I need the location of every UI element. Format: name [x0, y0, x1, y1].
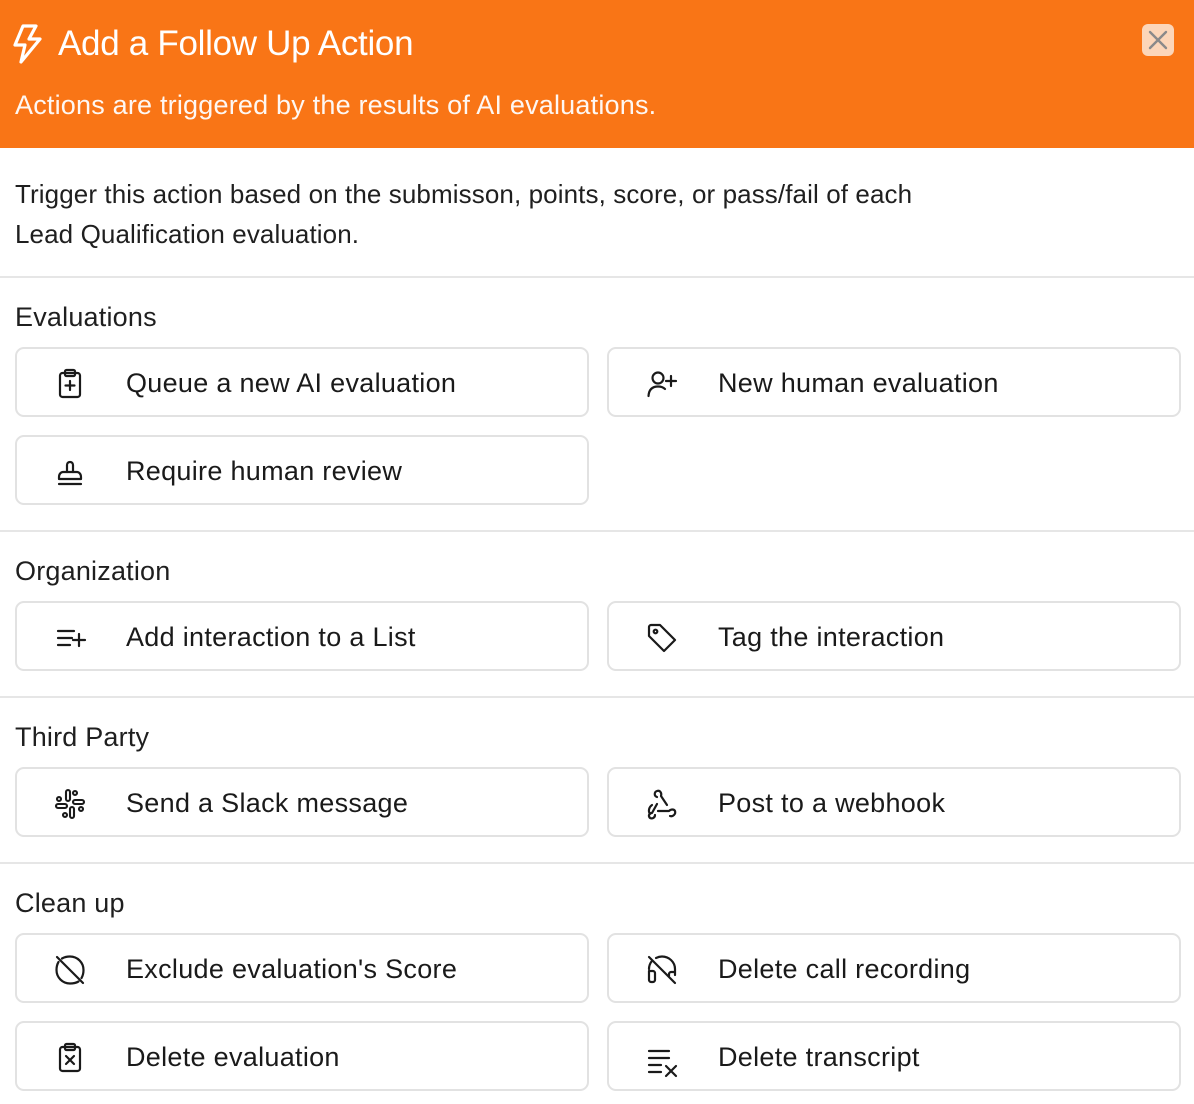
add-to-list-button[interactable]: Add interaction to a List: [15, 601, 589, 671]
action-label: Send a Slack message: [126, 788, 409, 818]
clipboard-x-icon: [58, 1042, 82, 1073]
action-label: New human evaluation: [718, 368, 999, 398]
slack-icon: [54, 788, 86, 820]
delete-call-recording-button[interactable]: Delete call recording: [607, 933, 1181, 1003]
exclude-score-button[interactable]: Exclude evaluation's Score: [15, 933, 589, 1003]
stamp-icon: [57, 460, 83, 486]
require-human-review-button[interactable]: Require human review: [15, 435, 589, 505]
dialog-title: Add a Follow Up Action: [58, 24, 414, 63]
clipboard-plus-icon: [58, 368, 82, 399]
queue-ai-evaluation-button[interactable]: Queue a new AI evaluation: [15, 347, 589, 417]
intro-text: Trigger this action based on the submiss…: [15, 179, 913, 249]
action-label: Tag the interaction: [718, 622, 945, 652]
action-label: Queue a new AI evaluation: [126, 368, 457, 398]
action-label: Add interaction to a List: [126, 622, 416, 652]
action-label: Exclude evaluation's Score: [126, 954, 458, 984]
divider: [0, 862, 1194, 864]
tag-interaction-button[interactable]: Tag the interaction: [607, 601, 1181, 671]
lightning-bolt-icon: [13, 24, 42, 64]
action-label: Delete call recording: [718, 954, 971, 984]
action-label: Post to a webhook: [718, 788, 946, 818]
new-human-evaluation-button[interactable]: New human evaluation: [607, 347, 1181, 417]
divider: [0, 696, 1194, 698]
dialog-header: Add a Follow Up Action Actions are trigg…: [0, 0, 1194, 148]
circle-slash-icon: [55, 955, 85, 985]
delete-transcript-button[interactable]: Delete transcript: [607, 1021, 1181, 1091]
tag-icon: [647, 623, 677, 653]
post-webhook-button[interactable]: Post to a webhook: [607, 767, 1181, 837]
headphones-off-icon: [647, 955, 677, 985]
dialog-subtitle: Actions are triggered by the results of …: [15, 90, 657, 120]
section-title-clean-up: Clean up: [15, 888, 125, 918]
user-plus-icon: [647, 371, 678, 398]
webhook-icon: [647, 789, 677, 820]
section-title-evaluations: Evaluations: [15, 302, 157, 332]
section-title-organization: Organization: [15, 556, 171, 586]
close-button[interactable]: [1142, 24, 1174, 56]
action-label: Delete transcript: [718, 1042, 920, 1072]
list-x-icon: [647, 1049, 678, 1078]
list-plus-icon: [56, 629, 87, 648]
action-label: Require human review: [126, 456, 403, 486]
action-label: Delete evaluation: [126, 1042, 340, 1072]
send-slack-message-button[interactable]: Send a Slack message: [15, 767, 589, 837]
section-title-third-party: Third Party: [15, 722, 150, 752]
divider: [0, 276, 1194, 278]
close-icon: [1148, 30, 1168, 50]
delete-evaluation-button[interactable]: Delete evaluation: [15, 1021, 589, 1091]
divider: [0, 530, 1194, 532]
